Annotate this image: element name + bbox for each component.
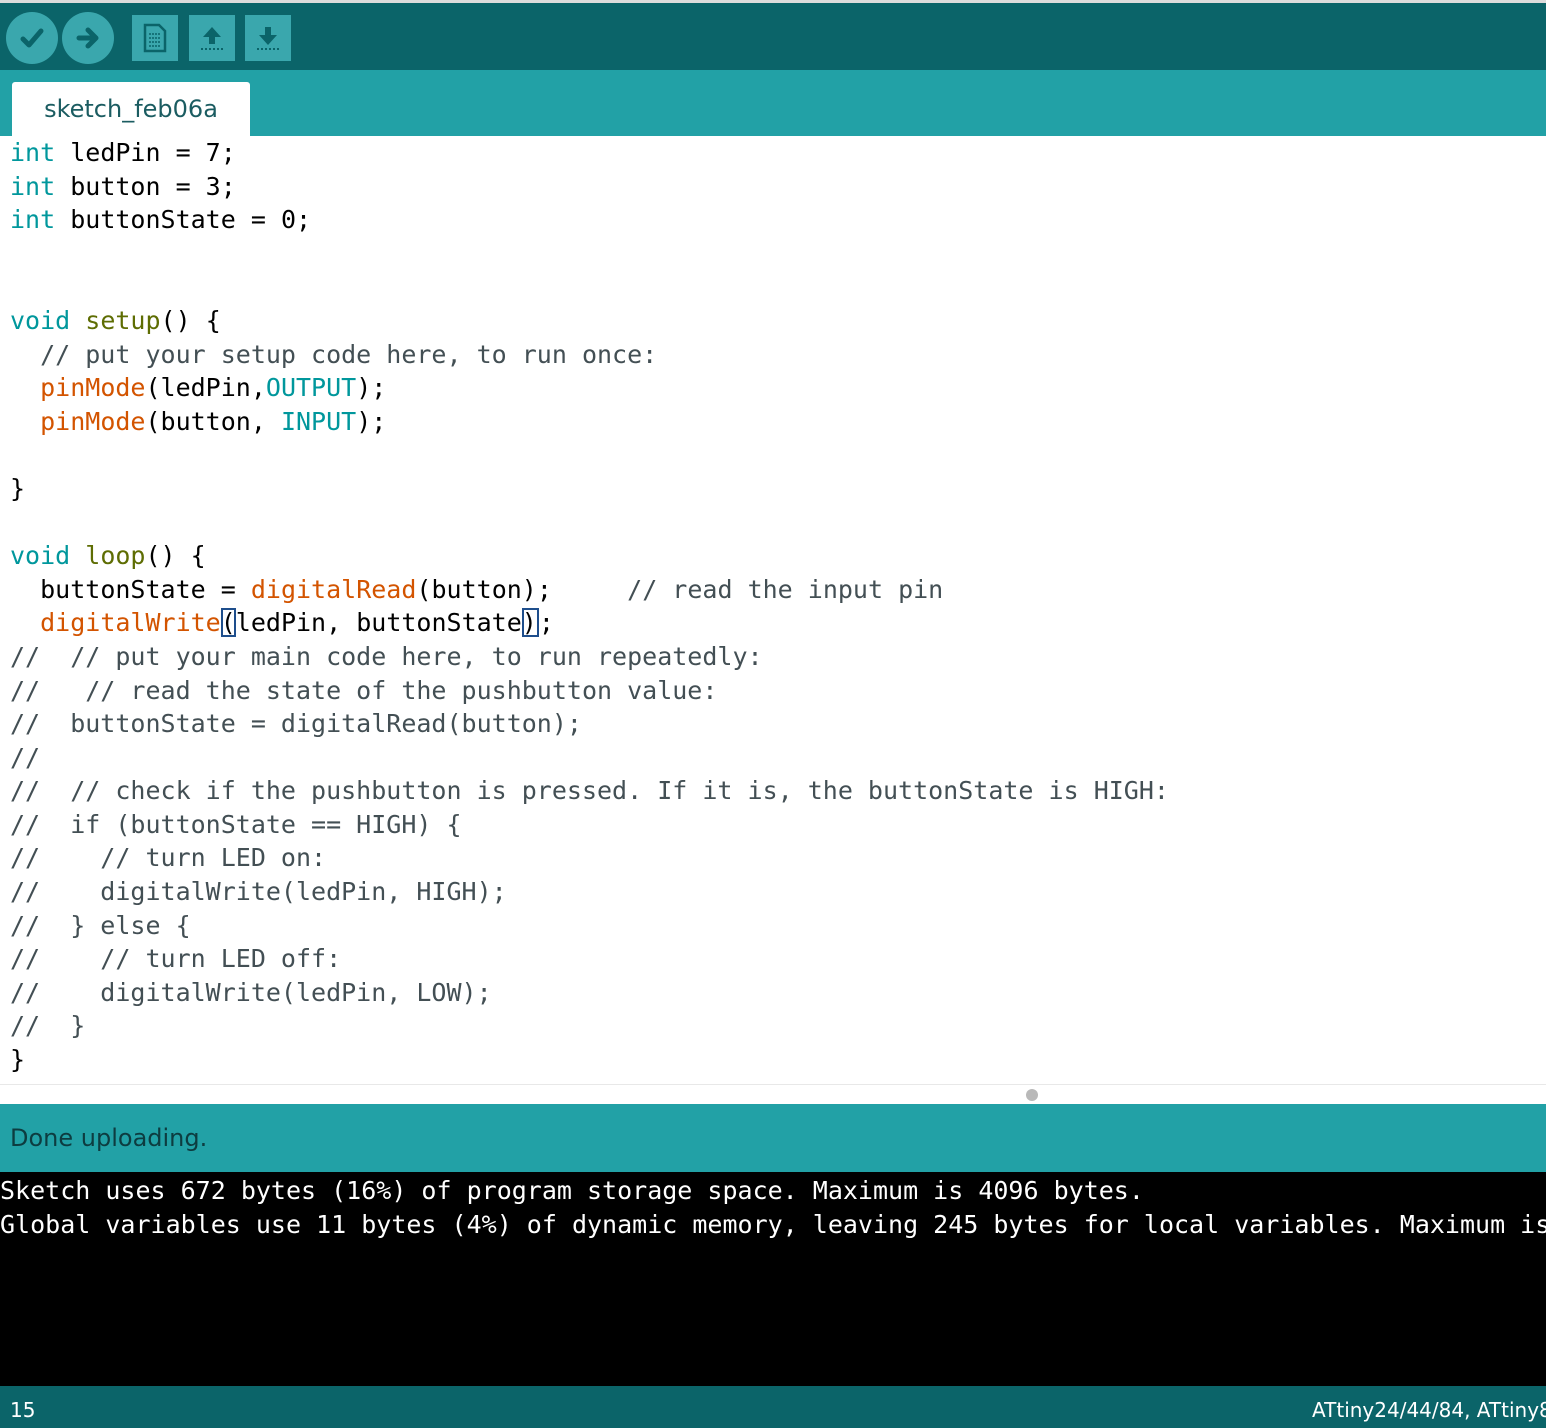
code-line[interactable]: // } else { [10, 909, 1169, 943]
status-bar: Done uploading. [0, 1104, 1546, 1172]
code-line[interactable]: int ledPin = 7; [10, 136, 1169, 170]
code-line[interactable] [10, 438, 1169, 472]
code-line[interactable]: int button = 3; [10, 170, 1169, 204]
code-line[interactable] [10, 237, 1169, 271]
code-line[interactable]: // } [10, 1009, 1169, 1043]
document-icon [143, 23, 167, 53]
code-line[interactable]: // digitalWrite(ledPin, LOW); [10, 976, 1169, 1010]
code-line[interactable]: } [10, 1043, 1169, 1077]
code-line[interactable] [10, 270, 1169, 304]
code-line[interactable]: // if (buttonState == HIGH) { [10, 808, 1169, 842]
code-line[interactable]: // // turn LED off: [10, 942, 1169, 976]
code-line[interactable]: // [10, 741, 1169, 775]
code-line[interactable]: buttonState = digitalRead(button); // re… [10, 573, 1169, 607]
code-line[interactable]: // // check if the pushbutton is pressed… [10, 774, 1169, 808]
code-line[interactable]: void loop() { [10, 539, 1169, 573]
code-line[interactable]: // // read the state of the pushbutton v… [10, 674, 1169, 708]
code-editor[interactable]: int ledPin = 7; int button = 3; int button… [0, 136, 1546, 1084]
code-line[interactable]: } [10, 472, 1169, 506]
new-button[interactable] [132, 15, 178, 61]
code-line[interactable]: int buttonState = 0; [10, 203, 1169, 237]
open-button[interactable] [189, 15, 235, 61]
code-line[interactable]: // buttonState = digitalRead(button); [10, 707, 1169, 741]
checkmark-icon [20, 28, 44, 48]
console-output[interactable]: Sketch uses 672 bytes (16%) of program s… [0, 1172, 1546, 1386]
code-line[interactable] [10, 506, 1169, 540]
code-line[interactable]: // // put your main code here, to run re… [10, 640, 1169, 674]
tab-sketch[interactable]: sketch_feb06a [12, 82, 250, 136]
code-line[interactable]: pinMode(ledPin,OUTPUT); [10, 371, 1169, 405]
toolbar [0, 0, 1546, 70]
board-info: ATtiny24/44/84, ATtiny84, Internal 8 MHz… [1312, 1398, 1546, 1422]
arrow-up-icon [201, 27, 223, 50]
code-line[interactable]: // // turn LED on: [10, 841, 1169, 875]
tab-label: sketch_feb06a [44, 95, 218, 123]
footer-bar: 15 ATtiny24/44/84, ATtiny84, Internal 8 … [0, 1386, 1546, 1428]
code-line[interactable]: // digitalWrite(ledPin, HIGH); [10, 875, 1169, 909]
code-line[interactable]: // put your setup code here, to run once… [10, 338, 1169, 372]
console-line-2: Global variables use 11 bytes (4%) of dy… [0, 1210, 1546, 1239]
code-line[interactable]: pinMode(button, INPUT); [10, 405, 1169, 439]
code-line[interactable]: digitalWrite(ledPin, buttonState); [10, 606, 1169, 640]
tab-bar: sketch_feb06a [0, 70, 1546, 136]
current-line-number: 15 [10, 1398, 36, 1422]
verify-button[interactable] [6, 12, 58, 64]
arrow-down-icon [257, 27, 279, 50]
save-button[interactable] [245, 15, 291, 61]
resize-grip-icon[interactable] [1026, 1089, 1038, 1101]
console-line-1: Sketch uses 672 bytes (16%) of program s… [0, 1176, 1144, 1205]
code-text[interactable]: int ledPin = 7; int button = 3; int button… [10, 136, 1169, 1077]
status-message: Done uploading. [10, 1124, 208, 1152]
code-line[interactable]: void setup() { [10, 304, 1169, 338]
arrow-right-icon [76, 27, 99, 49]
splitter[interactable] [0, 1084, 1546, 1105]
upload-button[interactable] [62, 12, 114, 64]
